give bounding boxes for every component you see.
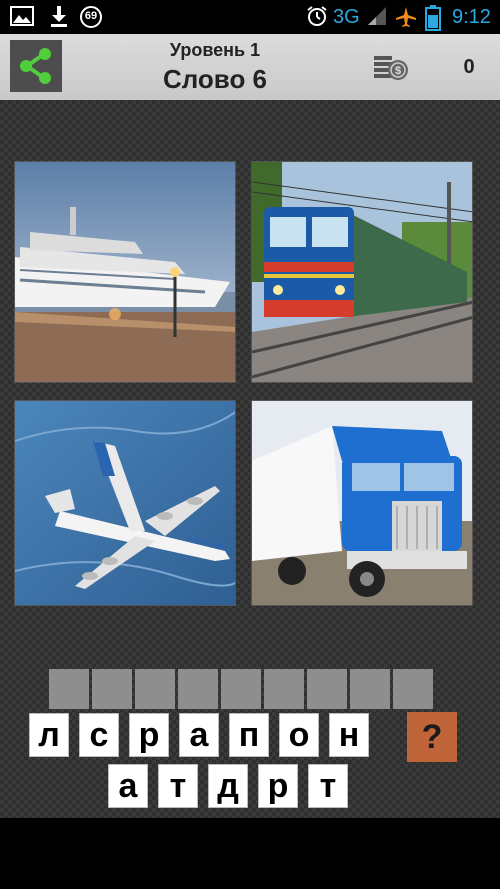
answer-slot[interactable] xyxy=(178,669,218,709)
airplane-image[interactable]: A3XX-100 xyxy=(14,400,236,606)
ship-image[interactable] xyxy=(14,161,236,383)
download-icon xyxy=(51,6,67,27)
airplane-icon xyxy=(396,7,416,27)
letter-key[interactable]: а xyxy=(179,713,219,757)
answer-slot[interactable] xyxy=(264,669,304,709)
network-type: 3G xyxy=(333,6,360,28)
letter-key[interactable]: т xyxy=(308,764,348,808)
alarm-icon xyxy=(307,6,327,26)
answer-slot[interactable] xyxy=(393,669,433,709)
train-image[interactable] xyxy=(251,161,473,383)
truck-image[interactable] xyxy=(251,400,473,606)
answer-slot[interactable] xyxy=(307,669,347,709)
coins-icon: $ xyxy=(374,56,408,80)
svg-text:$: $ xyxy=(395,65,401,77)
header-bar: Уровень 1 Слово 6 $ 0 xyxy=(0,34,500,100)
answer-slot[interactable] xyxy=(350,669,390,709)
bottom-bar xyxy=(0,818,500,889)
letter-key[interactable]: а xyxy=(108,764,148,808)
letter-key[interactable]: о xyxy=(279,713,319,757)
coins-count: 0 xyxy=(463,56,475,78)
status-bar: 69 3G 9:12 xyxy=(0,0,500,34)
battery-icon xyxy=(425,5,441,31)
letter-key[interactable]: с xyxy=(79,713,119,757)
letter-key[interactable]: р xyxy=(258,764,298,808)
answer-slot[interactable] xyxy=(135,669,175,709)
answer-slot[interactable] xyxy=(92,669,132,709)
image-icon xyxy=(10,6,34,26)
word-label: Слово 6 xyxy=(162,64,268,94)
answer-slot[interactable] xyxy=(49,669,89,709)
letter-key[interactable]: п xyxy=(229,713,269,757)
letter-key[interactable]: н xyxy=(329,713,369,757)
notification-count: 69 xyxy=(84,10,98,22)
letter-key[interactable]: т xyxy=(158,764,198,808)
letter-key[interactable]: д xyxy=(208,764,248,808)
clock: 9:12 xyxy=(452,6,491,28)
level-label: Уровень 1 xyxy=(169,40,261,60)
hint-button[interactable]: ? xyxy=(407,712,457,762)
letter-key[interactable]: р xyxy=(129,713,169,757)
answer-slot[interactable] xyxy=(221,669,261,709)
signal-icon xyxy=(368,7,386,25)
letter-key[interactable]: л xyxy=(29,713,69,757)
